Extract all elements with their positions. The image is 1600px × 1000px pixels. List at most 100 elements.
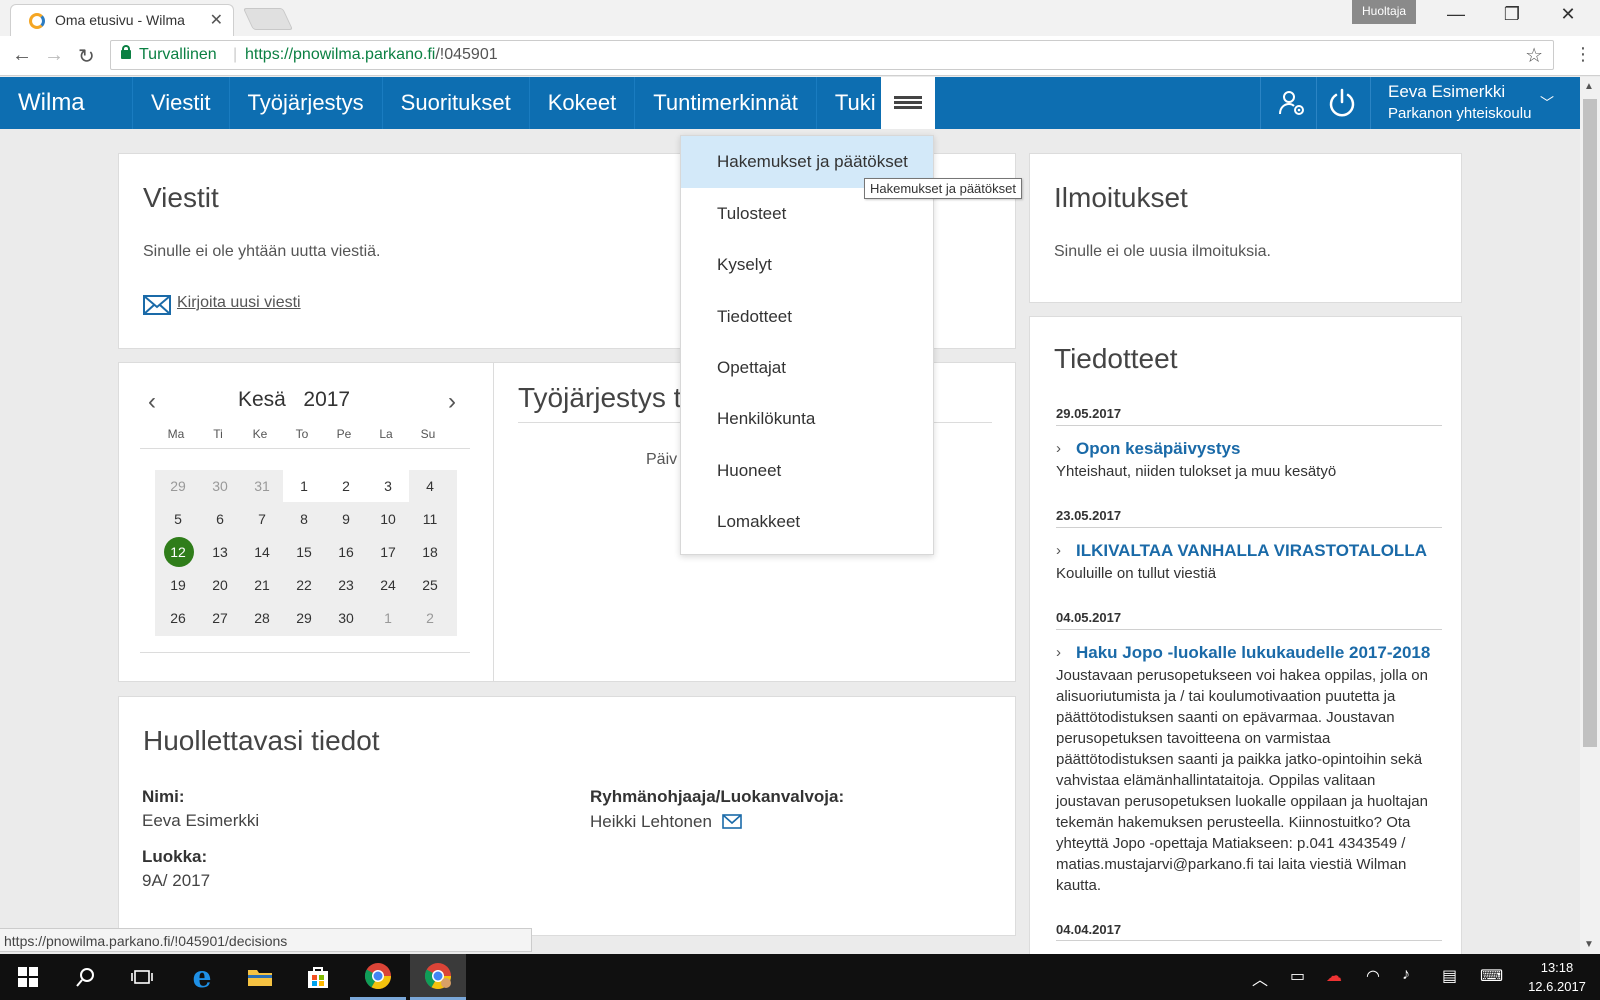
address-bar[interactable]: Turvallinen | https://pnowilma.parkano.f… <box>110 40 1554 70</box>
menu-item-huoneet[interactable]: Huoneet <box>681 445 933 497</box>
menu-item-henkilokunta[interactable]: Henkilökunta <box>681 393 933 445</box>
file-explorer-icon[interactable] <box>232 954 288 1000</box>
calendar-day[interactable]: 4 <box>409 470 451 502</box>
calendar-day[interactable]: 8 <box>283 503 325 535</box>
scroll-up-icon[interactable]: ▲ <box>1584 81 1594 92</box>
device-icon[interactable]: ▭ <box>1290 966 1305 986</box>
calendar-day-number: 30 <box>338 610 354 626</box>
calendar-day[interactable]: 11 <box>409 503 451 535</box>
new-tab-button[interactable] <box>242 8 294 30</box>
calendar-day-number: 29 <box>296 610 312 626</box>
user-school[interactable]: Parkanon yhteiskoulu <box>1388 105 1531 122</box>
calendar-day[interactable]: 29 <box>157 470 199 502</box>
calendar-day[interactable]: 16 <box>325 536 367 568</box>
calendar-day[interactable]: 2 <box>325 470 367 502</box>
calendar-day[interactable]: 31 <box>241 470 283 502</box>
calendar-day[interactable]: 19 <box>157 569 199 601</box>
calendar-day[interactable]: 26 <box>157 602 199 634</box>
calendar-day[interactable]: 14 <box>241 536 283 568</box>
browser-tab[interactable]: Oma etusivu - Wilma ✕ <box>10 4 234 36</box>
forward-icon[interactable]: → <box>44 44 64 67</box>
nav-tuntimerkinnat[interactable]: Tuntimerkinnät <box>634 77 816 129</box>
message-teacher-envelope-icon[interactable] <box>722 814 742 829</box>
calendar-day[interactable]: 15 <box>283 536 325 568</box>
onedrive-error-icon[interactable]: ☁ <box>1326 966 1342 986</box>
calendar-day[interactable]: 7 <box>241 503 283 535</box>
calendar-day[interactable]: 13 <box>199 536 241 568</box>
scroll-down-icon[interactable]: ▼ <box>1584 939 1594 950</box>
address-url[interactable]: https://pnowilma.parkano.fi/!045901 <box>245 46 498 64</box>
menu-item-tiedotteet[interactable]: Tiedotteet <box>681 291 933 343</box>
browser-menu-icon[interactable]: ⋮ <box>1574 44 1592 65</box>
calendar-day[interactable]: 2 <box>409 602 451 634</box>
calendar-day[interactable]: 25 <box>409 569 451 601</box>
chrome-icon[interactable] <box>350 954 406 1000</box>
restore-icon[interactable]: ❐ <box>1484 4 1540 25</box>
prev-month-icon[interactable]: ‹ <box>148 388 156 416</box>
edge-browser-icon[interactable]: e <box>174 954 230 1000</box>
taskbar-clock[interactable]: 13:18 12.6.2017 <box>1522 958 1592 996</box>
calendar-day[interactable]: 28 <box>241 602 283 634</box>
store-icon[interactable] <box>290 954 346 1000</box>
class-value: 9A/ 2017 <box>142 871 211 890</box>
task-view-icon[interactable] <box>114 954 170 1000</box>
hamburger-menu-button[interactable] <box>881 77 935 129</box>
calendar-day[interactable]: 24 <box>367 569 409 601</box>
menu-item-kyselyt[interactable]: Kyselyt <box>681 239 933 291</box>
windows-start-icon[interactable] <box>0 954 56 1000</box>
bookmark-star-icon[interactable]: ☆ <box>1525 43 1543 68</box>
wifi-icon[interactable]: ◠ <box>1366 966 1380 986</box>
next-month-icon[interactable]: › <box>448 388 456 416</box>
nav-suoritukset[interactable]: Suoritukset <box>381 77 529 129</box>
scroll-thumb[interactable] <box>1583 99 1597 747</box>
menu-item-opettajat[interactable]: Opettajat <box>681 342 933 394</box>
wilma-logo[interactable]: Wilma <box>18 89 85 117</box>
user-name[interactable]: Eeva Esimerkki <box>1388 82 1505 102</box>
page-scrollbar[interactable]: ▲ ▼ <box>1580 77 1600 954</box>
calendar-day[interactable]: 12 <box>157 536 199 568</box>
reload-icon[interactable]: ↻ <box>78 44 95 69</box>
calendar-day[interactable]: 22 <box>283 569 325 601</box>
calendar-day[interactable]: 1 <box>367 602 409 634</box>
bulletin-title-link[interactable]: ILKIVALTAA VANHALLA VIRASTOTALOLLA <box>1076 541 1427 561</box>
calendar-day[interactable]: 5 <box>157 503 199 535</box>
chrome-profile-window-icon[interactable] <box>410 954 466 1000</box>
profile-badge[interactable]: Huoltaja <box>1352 0 1417 24</box>
nav-viestit[interactable]: Viestit <box>132 77 229 129</box>
calendar-day[interactable]: 6 <box>199 503 241 535</box>
close-tab-icon[interactable]: ✕ <box>210 10 223 30</box>
teacher-name[interactable]: Heikki Lehtonen <box>590 812 712 832</box>
keyboard-icon[interactable]: ⌨ <box>1480 966 1503 986</box>
show-hidden-icons-icon[interactable]: ︿ <box>1252 966 1268 990</box>
envelope-icon[interactable] <box>143 295 171 315</box>
calendar-day[interactable]: 20 <box>199 569 241 601</box>
bulletin-title-link[interactable]: Opon kesäpäivystys <box>1076 439 1240 459</box>
calendar-day[interactable]: 17 <box>367 536 409 568</box>
action-center-icon[interactable]: ▤ <box>1442 966 1457 986</box>
menu-item-lomakkeet[interactable]: Lomakkeet <box>681 496 933 548</box>
link-status-bar: https://pnowilma.parkano.fi/!045901/deci… <box>0 928 532 952</box>
calendar-day[interactable]: 10 <box>367 503 409 535</box>
calendar-day[interactable]: 23 <box>325 569 367 601</box>
calendar-day[interactable]: 27 <box>199 602 241 634</box>
logout-power-icon[interactable] <box>1326 87 1358 119</box>
nav-kokeet[interactable]: Kokeet <box>528 77 635 129</box>
calendar-day[interactable]: 21 <box>241 569 283 601</box>
volume-icon[interactable]: ♪ <box>1402 966 1410 984</box>
user-settings-icon[interactable] <box>1276 87 1308 119</box>
nav-tyojarjestys[interactable]: Työjärjestys <box>228 77 382 129</box>
compose-message-link[interactable]: Kirjoita uusi viesti <box>177 294 301 312</box>
calendar-day[interactable]: 9 <box>325 503 367 535</box>
close-window-icon[interactable]: ✕ <box>1540 4 1596 25</box>
calendar-day[interactable]: 29 <box>283 602 325 634</box>
calendar-day[interactable]: 3 <box>367 470 409 502</box>
back-icon[interactable]: ← <box>12 44 32 67</box>
calendar-day[interactable]: 1 <box>283 470 325 502</box>
minimize-icon[interactable]: — <box>1428 4 1484 25</box>
calendar-day[interactable]: 30 <box>199 470 241 502</box>
calendar-day[interactable]: 30 <box>325 602 367 634</box>
bulletin-title-link[interactable]: Haku Jopo -luokalle lukukaudelle 2017-20… <box>1076 643 1430 663</box>
calendar-day[interactable]: 18 <box>409 536 451 568</box>
search-icon[interactable] <box>58 954 114 1000</box>
chevron-down-icon[interactable]: ﹀ <box>1540 93 1554 113</box>
